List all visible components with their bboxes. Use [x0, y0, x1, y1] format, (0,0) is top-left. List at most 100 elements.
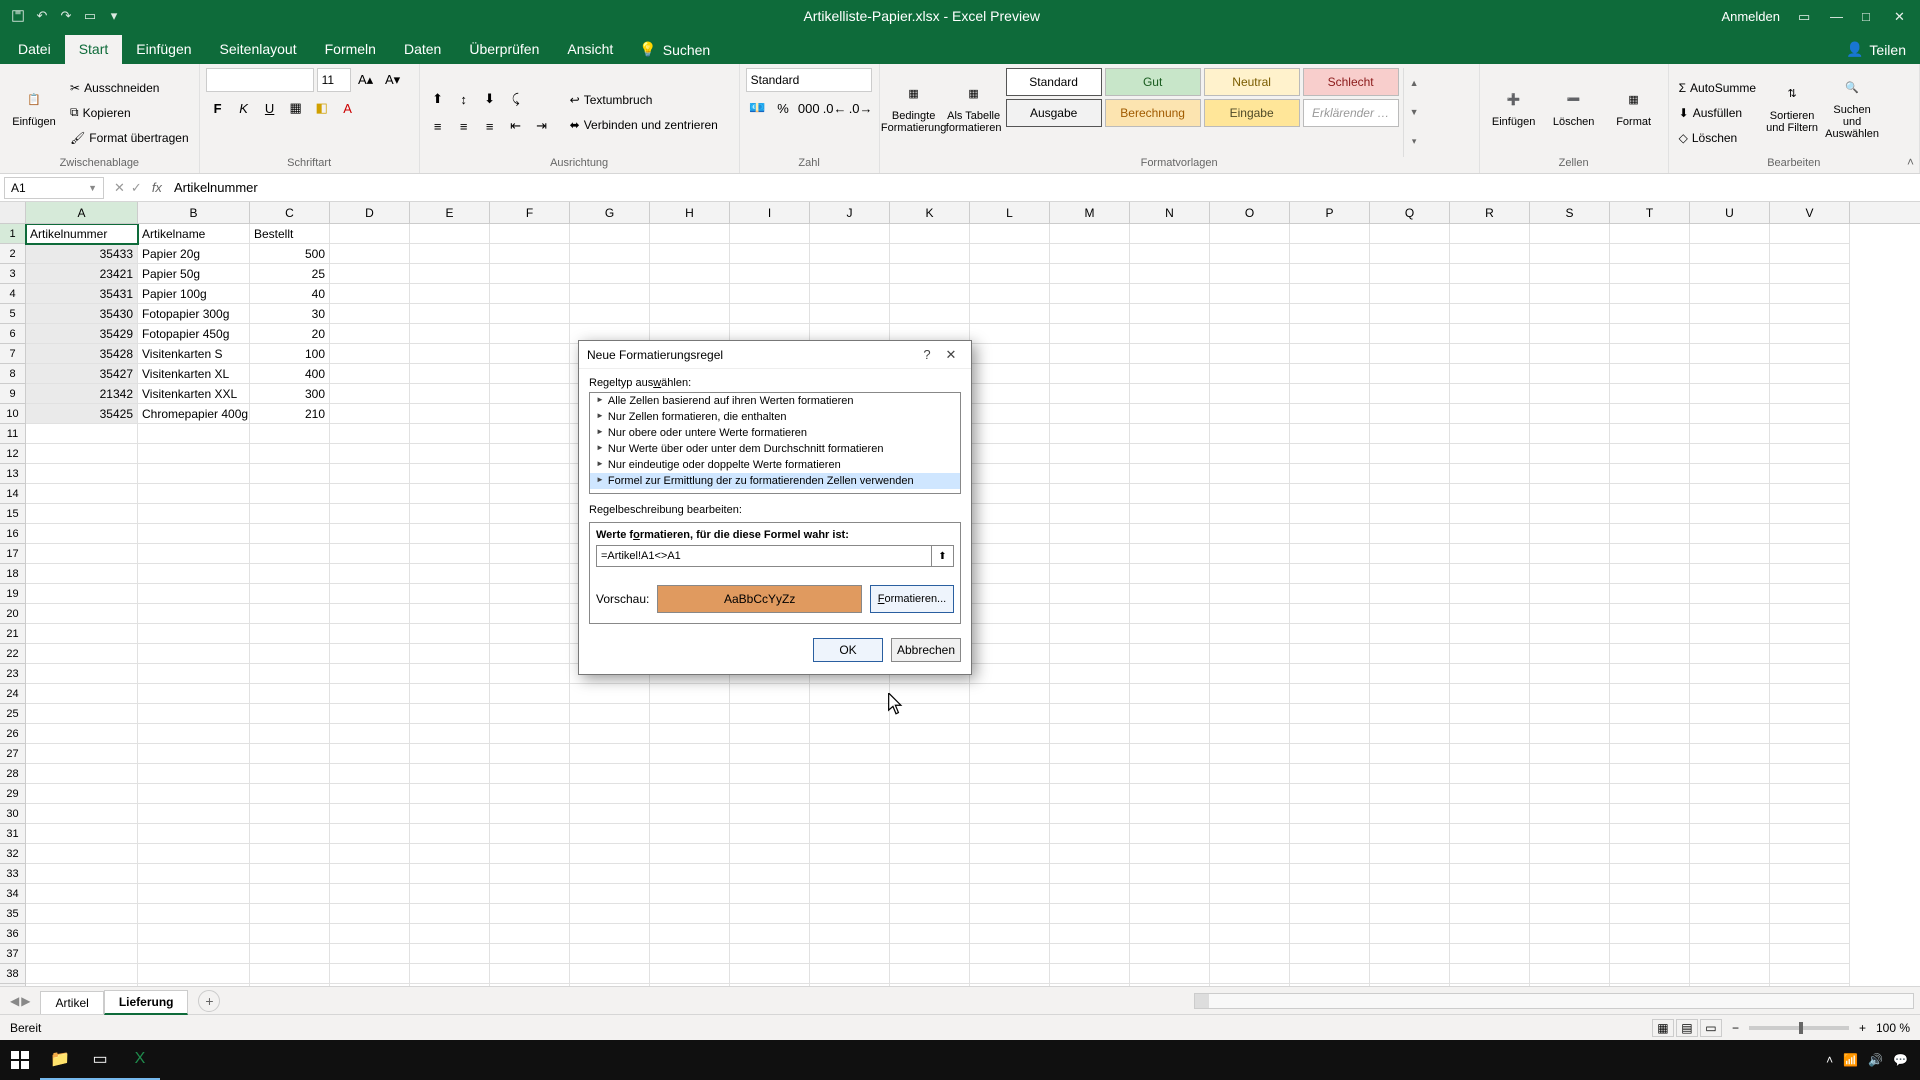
cell[interactable]	[250, 624, 330, 644]
cell[interactable]	[1690, 944, 1770, 964]
format-cells-button[interactable]: ▦Format	[1606, 68, 1662, 146]
cell[interactable]	[1770, 524, 1850, 544]
cell[interactable]	[570, 724, 650, 744]
cell[interactable]	[1450, 744, 1530, 764]
cell[interactable]	[1130, 624, 1210, 644]
cell[interactable]	[138, 884, 250, 904]
style-berechnung[interactable]: Berechnung	[1105, 99, 1201, 127]
cell[interactable]	[1530, 284, 1610, 304]
cell[interactable]	[1450, 264, 1530, 284]
cell[interactable]	[410, 784, 490, 804]
cell[interactable]	[1530, 584, 1610, 604]
cell[interactable]	[250, 424, 330, 444]
col-header[interactable]: A	[26, 202, 138, 223]
cell[interactable]	[1210, 684, 1290, 704]
row-header[interactable]: 29	[0, 784, 26, 804]
cell[interactable]	[410, 404, 490, 424]
cell[interactable]	[810, 884, 890, 904]
cell[interactable]	[970, 524, 1050, 544]
cell[interactable]	[138, 904, 250, 924]
cell[interactable]	[330, 484, 410, 504]
cell[interactable]	[1450, 784, 1530, 804]
cell[interactable]	[1370, 344, 1450, 364]
cell[interactable]	[1290, 624, 1370, 644]
cell[interactable]	[650, 304, 730, 324]
cell[interactable]	[1050, 524, 1130, 544]
cell[interactable]	[250, 904, 330, 924]
cell[interactable]	[730, 724, 810, 744]
cell[interactable]	[1050, 904, 1130, 924]
cell[interactable]	[410, 544, 490, 564]
cell[interactable]	[570, 224, 650, 244]
cell[interactable]	[410, 724, 490, 744]
cell[interactable]	[1050, 384, 1130, 404]
cell[interactable]	[1130, 304, 1210, 324]
cell[interactable]	[1610, 504, 1690, 524]
cell[interactable]	[1610, 564, 1690, 584]
cell[interactable]	[250, 684, 330, 704]
cell[interactable]	[1450, 364, 1530, 384]
cell[interactable]	[1690, 964, 1770, 984]
cell[interactable]	[250, 744, 330, 764]
cell[interactable]	[1290, 664, 1370, 684]
cell[interactable]	[730, 804, 810, 824]
cell[interactable]: 30	[250, 304, 330, 324]
cell[interactable]	[1450, 304, 1530, 324]
row-header[interactable]: 11	[0, 424, 26, 444]
cell[interactable]	[1530, 424, 1610, 444]
cell[interactable]	[1690, 624, 1770, 644]
cell[interactable]	[330, 904, 410, 924]
cancel-button[interactable]: Abbrechen	[891, 638, 961, 662]
copy-button[interactable]: ⧉Kopieren	[66, 102, 193, 124]
cell[interactable]	[330, 344, 410, 364]
cell[interactable]	[490, 804, 570, 824]
cell[interactable]	[250, 844, 330, 864]
cell[interactable]	[138, 464, 250, 484]
cell[interactable]	[810, 704, 890, 724]
cell[interactable]	[970, 564, 1050, 584]
cell[interactable]	[1130, 604, 1210, 624]
close-icon[interactable]: ✕	[1894, 9, 1908, 23]
row-header[interactable]: 15	[0, 504, 26, 524]
cell[interactable]	[490, 404, 570, 424]
cell[interactable]	[1530, 744, 1610, 764]
cell[interactable]	[1290, 564, 1370, 584]
cell[interactable]	[330, 924, 410, 944]
cell[interactable]	[1450, 384, 1530, 404]
normal-view-icon[interactable]: ▦	[1652, 1019, 1674, 1037]
cell[interactable]: Papier 50g	[138, 264, 250, 284]
row-header[interactable]: 24	[0, 684, 26, 704]
cell[interactable]	[330, 524, 410, 544]
cell[interactable]	[490, 304, 570, 324]
cell[interactable]	[1450, 584, 1530, 604]
cell[interactable]	[1450, 624, 1530, 644]
row-header[interactable]: 12	[0, 444, 26, 464]
col-header[interactable]: D	[330, 202, 410, 223]
style-eingabe[interactable]: Eingabe	[1204, 99, 1300, 127]
align-bottom-icon[interactable]: ⬇	[478, 87, 502, 111]
format-painter-button[interactable]: 🖌Format übertragen	[66, 127, 193, 149]
cell[interactable]: 35430	[26, 304, 138, 324]
cell[interactable]	[970, 744, 1050, 764]
cell[interactable]	[650, 944, 730, 964]
cell[interactable]	[1290, 804, 1370, 824]
cell[interactable]	[26, 564, 138, 584]
redo-icon[interactable]: ↷	[58, 8, 74, 24]
cell[interactable]	[1690, 844, 1770, 864]
row-header[interactable]: 2	[0, 244, 26, 264]
row-header[interactable]: 37	[0, 944, 26, 964]
cell[interactable]	[730, 864, 810, 884]
cell[interactable]	[570, 904, 650, 924]
cell[interactable]	[1370, 544, 1450, 564]
cell[interactable]	[1290, 584, 1370, 604]
cell[interactable]	[1610, 944, 1690, 964]
cell[interactable]	[1050, 644, 1130, 664]
cell[interactable]	[1690, 984, 1770, 986]
cell[interactable]: Fotopapier 450g	[138, 324, 250, 344]
cell[interactable]	[1690, 784, 1770, 804]
cell[interactable]	[890, 744, 970, 764]
cell[interactable]	[1130, 664, 1210, 684]
cell[interactable]	[1530, 724, 1610, 744]
cell[interactable]	[1450, 504, 1530, 524]
cell[interactable]	[1210, 824, 1290, 844]
